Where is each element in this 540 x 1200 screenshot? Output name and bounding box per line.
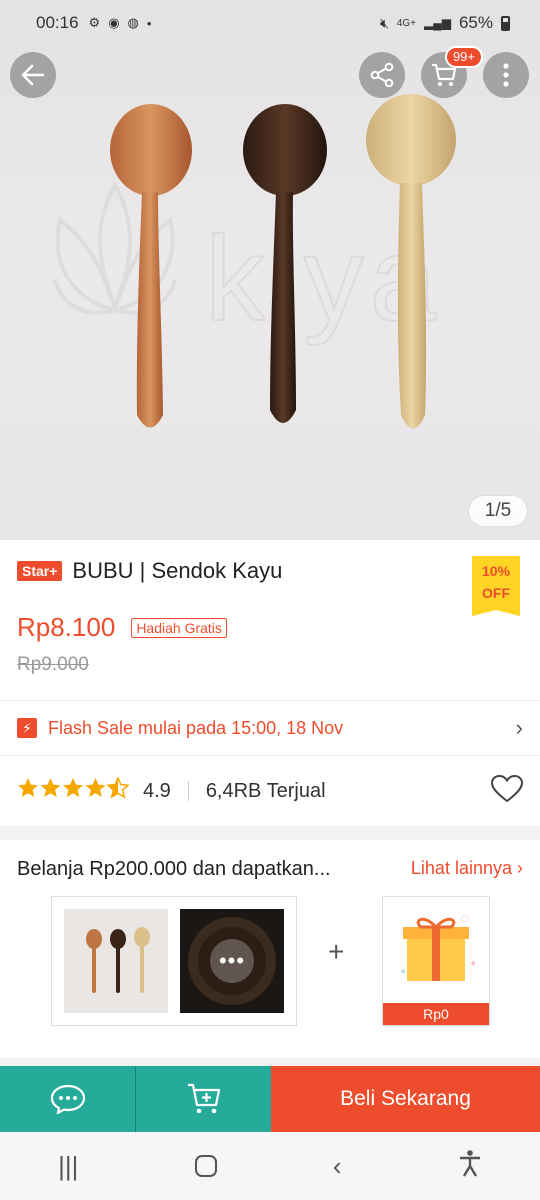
bundle-items[interactable]: ••• <box>51 896 297 1026</box>
star-rating-icon <box>18 775 130 799</box>
more-options-button[interactable] <box>483 52 529 98</box>
free-gift-tag: Hadiah Gratis <box>131 617 227 638</box>
section-gap <box>0 1058 540 1066</box>
title-row: Star+ BUBU | Sendok Kayu <box>17 558 282 584</box>
rating-stars <box>17 775 130 806</box>
bundle-promo-section: Belanja Rp200.000 dan dapatkan... Lihat … <box>0 840 540 1058</box>
share-button[interactable] <box>359 52 405 98</box>
discount-badge: 10% OFF <box>472 556 520 616</box>
original-price: Rp9.000 <box>17 654 89 675</box>
price-row: Rp8.100 Hadiah Gratis <box>17 612 227 643</box>
more-items-icon: ••• <box>210 939 254 983</box>
battery-icon <box>501 15 510 31</box>
bottom-action-bar: Beli Sekarang <box>0 1066 540 1132</box>
plus-icon: + <box>328 936 345 967</box>
status-notification-icons: ⚙ ◉ ◍ • <box>89 15 152 31</box>
product-image-gallery[interactable]: kiya 00:16 ⚙ ◉ ◍ • 🔇︎ 4G+ ▂▄▆ 65% 99+ 1/… <box>0 0 540 540</box>
rating-value: 4.9 <box>143 779 171 802</box>
product-title: BUBU | Sendok Kayu <box>72 558 283 583</box>
dot-icon: • <box>146 15 152 31</box>
image-counter: 1/5 <box>468 495 528 527</box>
bundle-thumb-plate: ••• <box>180 909 284 1013</box>
star-plus-badge: Star+ <box>17 561 63 581</box>
bundle-thumb-spoons <box>64 909 168 1013</box>
gift-item[interactable]: ✦ ✦ ○ Rp0 <box>382 896 490 1026</box>
settings-icon: ⚙ <box>88 15 101 30</box>
gift-box-icon: ✦ ✦ ○ <box>399 914 477 981</box>
person-icon <box>459 1149 480 1177</box>
discount-percent: 10% <box>481 563 511 579</box>
current-price: Rp8.100 <box>17 612 116 642</box>
spoons-thumbnail <box>86 927 150 993</box>
add-to-cart-button[interactable] <box>135 1066 271 1132</box>
accessibility-icon[interactable] <box>458 1149 482 1184</box>
heart-icon <box>490 774 524 802</box>
discount-off-label: OFF <box>482 585 510 601</box>
flash-bolt-icon: ⚡︎ <box>17 718 37 738</box>
status-time: 00:16 <box>36 13 79 32</box>
cart-button[interactable]: 99+ <box>421 46 483 98</box>
svg-text:✦: ✦ <box>399 967 407 978</box>
app-icon: ◉ <box>108 15 120 30</box>
see-more-label: Lihat lainnya <box>410 858 512 878</box>
chat-button[interactable] <box>0 1066 135 1132</box>
status-bar: 00:16 ⚙ ◉ ◍ • 🔇︎ 4G+ ▂▄▆ 65% <box>0 0 540 46</box>
add-cart-icon <box>187 1083 220 1114</box>
see-more-link[interactable]: Lihat lainnya › <box>411 858 523 879</box>
flash-sale-row[interactable]: ⚡︎ Flash Sale mulai pada 15:00, 18 Nov › <box>0 700 540 756</box>
arrow-left-icon <box>21 64 45 86</box>
system-nav-bar: ||| ‹ <box>0 1132 540 1200</box>
divider <box>187 781 189 801</box>
signal-icon: ▂▄▆ <box>424 16 451 30</box>
battery-percent: 65% <box>458 13 493 32</box>
back-button[interactable] <box>10 52 56 98</box>
more-vertical-icon <box>503 63 509 87</box>
chat-icon <box>50 1084 85 1114</box>
sold-count: 6,4RB Terjual <box>205 779 326 802</box>
chevron-right-icon: › <box>517 858 523 878</box>
back-nav-icon[interactable]: ‹ <box>333 1151 342 1182</box>
chat-app-icon: ◍ <box>127 15 139 30</box>
home-icon[interactable] <box>194 1155 217 1177</box>
promo-title: Belanja Rp200.000 dan dapatkan... <box>17 858 331 880</box>
recent-apps-icon[interactable]: ||| <box>58 1151 78 1182</box>
buy-now-button[interactable]: Beli Sekarang <box>271 1066 540 1132</box>
cart-count-badge: 99+ <box>444 46 483 68</box>
svg-text:✦: ✦ <box>469 959 477 970</box>
chevron-right-icon: › <box>515 715 523 740</box>
section-gap <box>0 826 540 840</box>
mute-icon: 🔇︎ <box>379 14 389 31</box>
svg-text:○: ○ <box>461 914 469 924</box>
favorite-button[interactable] <box>490 774 524 808</box>
gift-price: Rp0 <box>383 1003 489 1025</box>
share-icon <box>370 62 394 88</box>
network-type: 4G+ <box>396 17 416 29</box>
flash-sale-text: Flash Sale mulai pada 15:00, 18 Nov <box>48 717 344 738</box>
rating-row[interactable]: 4.9 6,4RB Terjual <box>0 756 540 826</box>
